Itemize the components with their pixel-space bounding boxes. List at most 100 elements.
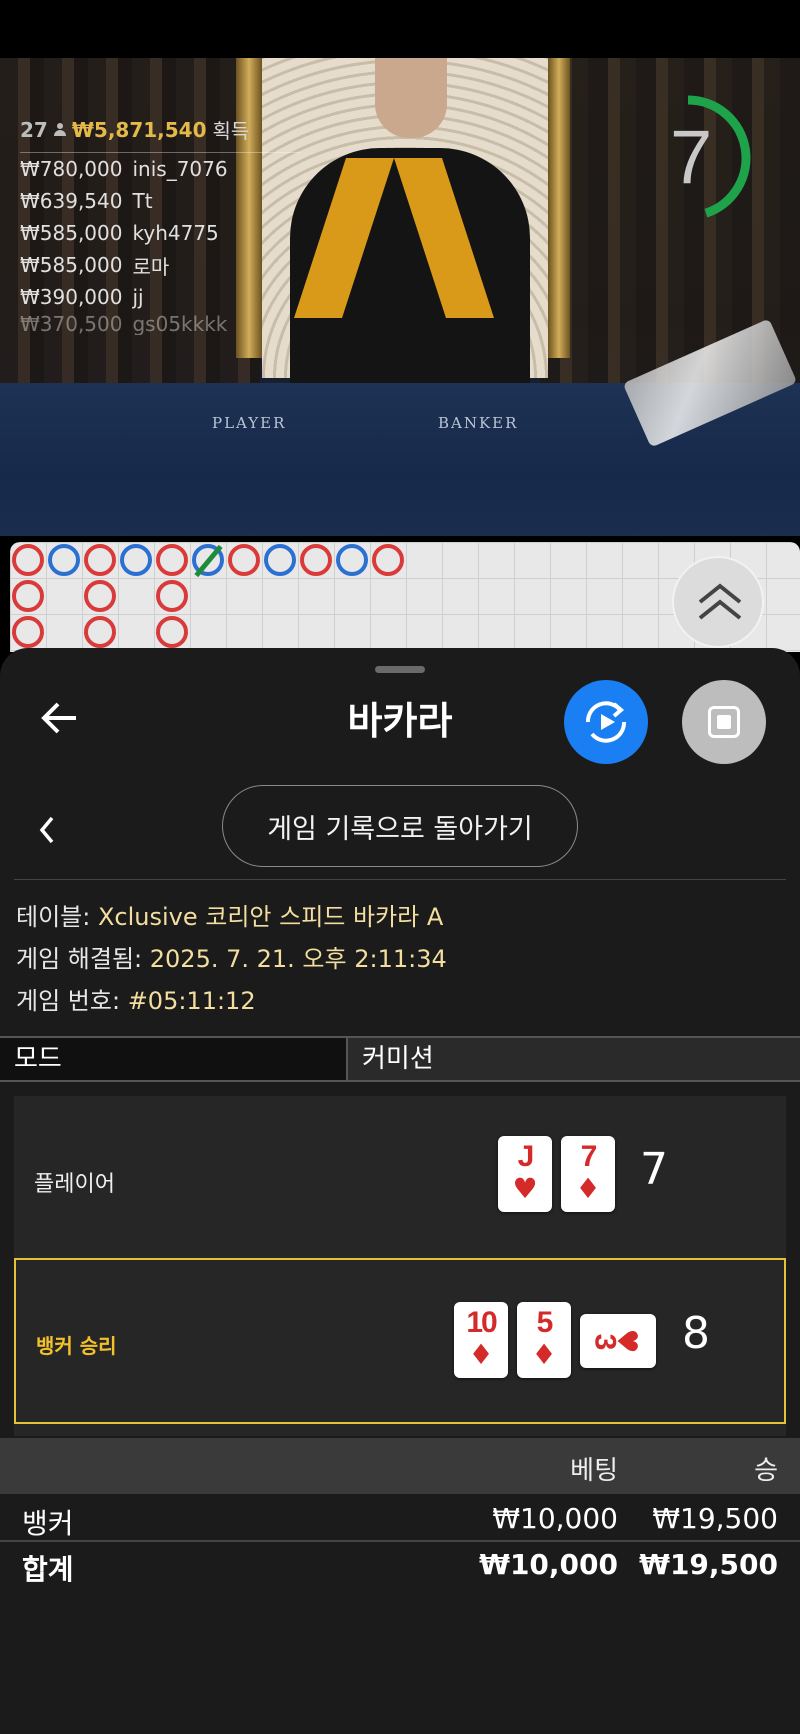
banker-bead (84, 544, 116, 576)
winners-count: 27 (20, 117, 48, 142)
tie-mark (194, 544, 223, 578)
winner-row: ₩370,500 gs05kkkk (20, 313, 300, 335)
table-value: Xclusive 코리안 스피드 바카라 A (97, 903, 444, 931)
table-info: 테이블: Xclusive 코리안 스피드 바카라 A (16, 896, 447, 938)
card-rank: 7 (580, 1140, 598, 1173)
mode-label: 모드 (0, 1038, 348, 1080)
replay-icon (585, 701, 627, 743)
resolved-value: 2025. 7. 21. 오후 2:11:34 (149, 945, 447, 973)
replay-button[interactable] (564, 680, 648, 764)
banker-bead (300, 544, 332, 576)
card-rank: 10 (466, 1306, 497, 1339)
person-icon (53, 122, 66, 137)
page-title: 바카라 (347, 699, 453, 743)
total-bet: ₩10,000 (479, 1548, 618, 1581)
stop-square-icon (708, 706, 740, 738)
banker-bead (156, 580, 188, 612)
resolved-label: 게임 해결됨: (16, 945, 143, 973)
winner-row: ₩390,000 jj (20, 281, 300, 313)
divider (14, 879, 786, 880)
game-info: 테이블: Xclusive 코리안 스피드 바카라 A 게임 해결됨: 2025… (16, 896, 447, 1022)
winner-row: ₩585,000 로마 (20, 249, 300, 281)
game-number-label: 게임 번호: (16, 987, 121, 1015)
banker-bead (84, 580, 116, 612)
bet-name: 뱅커 (22, 1507, 74, 1540)
card-rank: J (517, 1140, 535, 1173)
player-bead (336, 544, 368, 576)
winner-name: 로마 (132, 254, 170, 279)
bet-row: 뱅커 ₩10,000 ₩19,500 (0, 1498, 800, 1542)
expand-button[interactable] (672, 556, 764, 648)
player-bead (120, 544, 152, 576)
double-chevron-up-icon (698, 583, 742, 620)
winner-amount: ₩639,540 (20, 189, 123, 213)
winner-name: gs05kkkk (132, 313, 228, 335)
winner-amount: ₩585,000 (20, 221, 123, 245)
card-suit: ♦ (575, 1172, 601, 1205)
player-label: 플레이어 (34, 1172, 115, 1197)
winners-total: ₩5,871,540 (71, 117, 207, 142)
banker-bead (12, 544, 44, 576)
drag-handle[interactable] (375, 666, 425, 673)
player-score: 7 (640, 1144, 668, 1195)
winner-amount: ₩780,000 (20, 157, 123, 181)
winners-list: 27 ₩5,871,540 획득 ₩780,000 inis_7076 ₩639,… (20, 115, 300, 335)
player-bead (192, 544, 224, 578)
winner-amount: ₩390,000 (20, 285, 123, 309)
card-rank: 5 (536, 1306, 554, 1339)
bets-header: 베팅 승 (0, 1438, 800, 1494)
banker-bead (372, 544, 404, 576)
banker-result-label: 뱅커 승리 (36, 1334, 117, 1358)
card-suit: ♥ (512, 1172, 538, 1205)
player-card: 7 ♦ (561, 1136, 615, 1212)
banker-bead (84, 616, 116, 648)
player-bead (264, 544, 296, 576)
banker-bead (156, 616, 188, 648)
total-win: ₩19,500 (639, 1548, 778, 1581)
banker-card: 5 ♦ (517, 1302, 571, 1378)
winner-name: jj (132, 285, 144, 309)
mode-bar: 모드 커미션 (0, 1036, 800, 1082)
gold-pillar-right (548, 58, 570, 358)
dealer-head (375, 58, 447, 138)
back-to-history-button[interactable]: 게임 기록으로 돌아가기 (222, 785, 578, 867)
divider (0, 1540, 800, 1542)
banker-bead (156, 544, 188, 576)
total-label: 합계 (22, 1553, 74, 1586)
game-detail-panel: 바카라 게임 기록으로 돌아가기 테이블: Xclusive 코리안 스피드 바… (0, 648, 800, 1734)
winner-row: ₩780,000 inis_7076 (20, 153, 300, 185)
bet-amount: ₩10,000 (492, 1502, 618, 1535)
winner-name: Tt (132, 189, 153, 213)
winners-header: 27 ₩5,871,540 획득 (20, 115, 300, 153)
felt-banker-label: BANKER (438, 414, 519, 432)
total-row: 합계 ₩10,000 ₩19,500 (0, 1544, 800, 1588)
player-bead (48, 544, 80, 576)
banker-bead (12, 616, 44, 648)
winner-amount: ₩585,000 (20, 253, 123, 277)
player-hand: 플레이어 J ♥ 7 ♦ 7 (14, 1096, 786, 1262)
chevron-left-icon[interactable] (34, 810, 62, 850)
game-number-info: 게임 번호: #05:11:12 (16, 980, 447, 1022)
banker-bead (228, 544, 260, 576)
minimize-button[interactable] (682, 680, 766, 764)
winner-name: kyh4775 (132, 221, 219, 245)
banker-card: 10 ♦ (454, 1302, 508, 1378)
felt-player-label: PLAYER (212, 414, 287, 432)
mode-value: 커미션 (348, 1038, 800, 1080)
banker-bead (12, 580, 44, 612)
winner-row: ₩639,540 Tt (20, 185, 300, 217)
banker-hand: 뱅커 승리 10 ♦ 5 ♦ 3 ♥ 8 (14, 1258, 786, 1424)
banker-third-card: 3 ♥ (580, 1314, 656, 1368)
countdown-number: 7 (670, 115, 713, 200)
winner-row: ₩585,000 kyh4775 (20, 217, 300, 249)
game-number-value: #05:11:12 (127, 987, 256, 1015)
card-suit: ♦ (531, 1338, 557, 1371)
card-suit: ♦ (468, 1338, 494, 1371)
bet-column-header: 베팅 (570, 1456, 618, 1486)
win-column-header: 승 (754, 1456, 778, 1486)
winner-name: inis_7076 (132, 157, 228, 181)
hands-section: 플레이어 J ♥ 7 ♦ 7 뱅커 승리 10 ♦ 5 ♦ 3 ♥ 8 (14, 1096, 786, 1436)
resolved-info: 게임 해결됨: 2025. 7. 21. 오후 2:11:34 (16, 938, 447, 980)
winner-amount: ₩370,500 (20, 313, 123, 335)
win-amount: ₩19,500 (652, 1502, 778, 1535)
